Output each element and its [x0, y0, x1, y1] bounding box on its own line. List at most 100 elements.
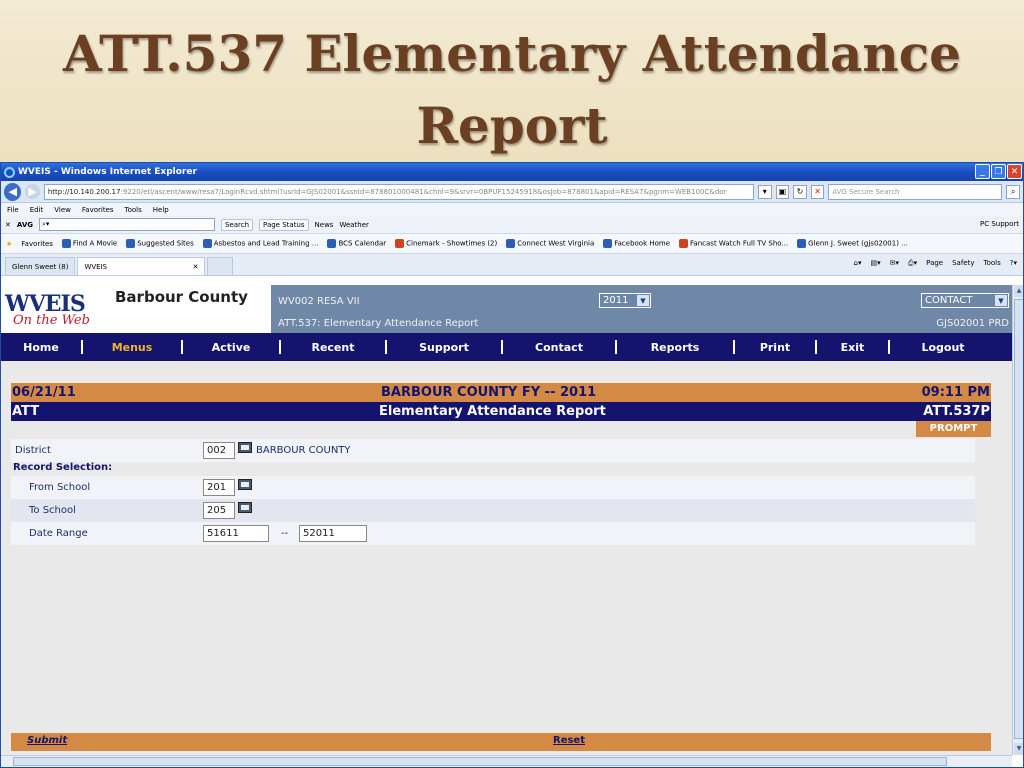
header-resa: WV002 RESA VII [278, 296, 360, 307]
feeds-icon[interactable]: ▤▾ [871, 259, 881, 268]
close-tab-icon[interactable]: ✕ [193, 263, 199, 271]
new-tab-button[interactable] [207, 257, 234, 275]
favorite-item[interactable]: BCS Calendar [327, 239, 386, 248]
menu-edit[interactable]: Edit [30, 206, 44, 214]
forward-button[interactable]: ▶ [25, 184, 40, 199]
report-code: ATT.537P [923, 404, 990, 419]
close-window-button[interactable]: ✕ [1007, 164, 1022, 179]
safety-menu[interactable]: Safety [952, 259, 974, 268]
prompt-badge: PROMPT [916, 421, 991, 437]
scroll-thumb[interactable] [1014, 299, 1023, 739]
county-name: Barbour County [115, 288, 248, 306]
nav-active[interactable]: Active [183, 341, 279, 354]
record-selection-label: Record Selection: [13, 462, 113, 473]
nav-exit[interactable]: Exit [817, 341, 888, 354]
favorite-item[interactable]: Facebook Home [603, 239, 670, 248]
menu-file[interactable]: File [7, 206, 19, 214]
page-status-button[interactable]: Page Status [259, 218, 309, 231]
refresh-icon[interactable]: ↻ [793, 184, 807, 199]
from-school-field[interactable]: 201 [203, 479, 235, 496]
compatibility-icon[interactable]: ▣ [775, 184, 790, 199]
favorite-icon [395, 239, 405, 248]
avg-logo[interactable]: AVG [17, 221, 33, 229]
avg-search-button[interactable]: Search [220, 218, 254, 231]
nav-menus[interactable]: Menus [83, 341, 181, 354]
favorite-label: Facebook Home [614, 239, 671, 248]
horizontal-scrollbar[interactable] [1, 755, 1012, 767]
pc-support-link[interactable]: PC Support [980, 220, 1019, 228]
menu-bar: File Edit View Favorites Tools Help [1, 203, 1023, 216]
nav-contact[interactable]: Contact [503, 341, 615, 354]
nav-reports[interactable]: Reports [617, 341, 733, 354]
lookup-icon[interactable] [238, 502, 252, 513]
wveis-logo[interactable]: WVEIS On the Web [1, 285, 103, 333]
favorite-item[interactable]: Asbestos and Lead Training ... [202, 239, 318, 248]
url-field[interactable]: http://10.140.200.17:9220/etl/ascent/www… [43, 183, 754, 200]
menu-view[interactable]: View [54, 206, 71, 214]
stop-icon[interactable]: ✕ [810, 184, 825, 199]
nav-recent[interactable]: Recent [281, 341, 385, 354]
date-separator: -- [281, 528, 289, 539]
weather-button[interactable]: Weather [339, 221, 368, 229]
favorite-item[interactable]: Glenn J. Sweet (gjs02001) ... [797, 239, 908, 248]
contact-select[interactable]: CONTACT ▼ [921, 293, 1009, 308]
lookup-icon[interactable] [238, 479, 252, 490]
district-name: BARBOUR COUNTY [256, 445, 351, 456]
vertical-scrollbar[interactable]: ▲ ▼ [1012, 285, 1023, 755]
report-title-band: ATT Elementary Attendance Report ATT.537… [11, 402, 991, 421]
restore-button[interactable]: ❐ [991, 164, 1006, 179]
menu-favorites[interactable]: Favorites [82, 206, 114, 214]
nav-home[interactable]: Home [1, 341, 81, 354]
help-icon[interactable]: ?▾ [1010, 259, 1017, 268]
search-input[interactable]: AVG Secure Search [828, 183, 1003, 200]
mail-icon[interactable]: ✉▾ [890, 259, 899, 268]
tools-menu[interactable]: Tools [984, 259, 1001, 268]
favorite-item[interactable]: Connect West Virginia [506, 239, 594, 248]
form-footer: Submit Reset [11, 733, 991, 751]
home-icon[interactable]: ⌂▾ [854, 259, 862, 268]
news-button[interactable]: News [315, 221, 334, 229]
favorite-item[interactable]: Find A Movie [61, 239, 117, 248]
submit-link[interactable]: Submit [27, 735, 67, 746]
reset-link[interactable]: Reset [553, 735, 585, 746]
minimize-button[interactable]: _ [975, 164, 990, 179]
address-bar: ◀ ▶ http://10.140.200.17:9220/etl/ascent… [1, 181, 1023, 203]
nav-print[interactable]: Print [735, 341, 815, 354]
favorite-label: Cinemark - Showtimes (2) [406, 239, 498, 248]
favorites-button[interactable]: Favorites [21, 240, 53, 248]
menu-tools[interactable]: Tools [125, 206, 142, 214]
date-range-row: Date Range 51611 -- 52011 [11, 522, 975, 545]
favorite-label: BCS Calendar [338, 239, 387, 248]
search-icon[interactable]: ⌕ [1006, 184, 1020, 199]
url-path: :9220/etl/ascent/www/resa7/LoginRcvd.sht… [120, 187, 727, 196]
date-to-field[interactable]: 52011 [299, 525, 367, 542]
tab-glenn-sweet[interactable]: Glenn Sweet (8) [5, 257, 76, 275]
favorite-item[interactable]: Fancast Watch Full TV Sho... [679, 239, 788, 248]
tab-label: Glenn Sweet (8) [12, 262, 69, 271]
scroll-up-icon[interactable]: ▲ [1014, 285, 1023, 297]
district-field[interactable]: 002 [203, 442, 235, 459]
favorite-item[interactable]: Suggested Sites [126, 239, 194, 248]
to-school-label: To School [29, 505, 76, 516]
page-menu[interactable]: Page [926, 259, 943, 268]
nav-logout[interactable]: Logout [890, 341, 996, 354]
district-label: District [15, 445, 51, 456]
lookup-icon[interactable] [238, 442, 252, 453]
print-icon[interactable]: ⎙▾ [908, 259, 917, 268]
nav-support[interactable]: Support [387, 341, 501, 354]
from-school-label: From School [29, 482, 91, 493]
scroll-thumb[interactable] [13, 757, 947, 766]
date-from-field[interactable]: 51611 [203, 525, 269, 542]
back-button[interactable]: ◀ [4, 182, 22, 201]
scroll-down-icon[interactable]: ▼ [1014, 743, 1023, 755]
tab-wveis[interactable]: WVEIS ✕ [77, 257, 206, 275]
menu-help[interactable]: Help [153, 206, 169, 214]
to-school-field[interactable]: 205 [203, 502, 235, 519]
avg-search-input[interactable]: ⌕▾ [38, 218, 215, 231]
favorite-item[interactable]: Cinemark - Showtimes (2) [395, 239, 497, 248]
year-select[interactable]: 2011 ▼ [599, 293, 651, 308]
address-dropdown-icon[interactable]: ▾ [758, 184, 772, 199]
favorite-icon [679, 239, 689, 248]
browser-window: WVEIS - Windows Internet Explorer _ ❐ ✕ … [0, 162, 1024, 768]
toolbar-close-icon[interactable]: ✕ [5, 221, 11, 229]
